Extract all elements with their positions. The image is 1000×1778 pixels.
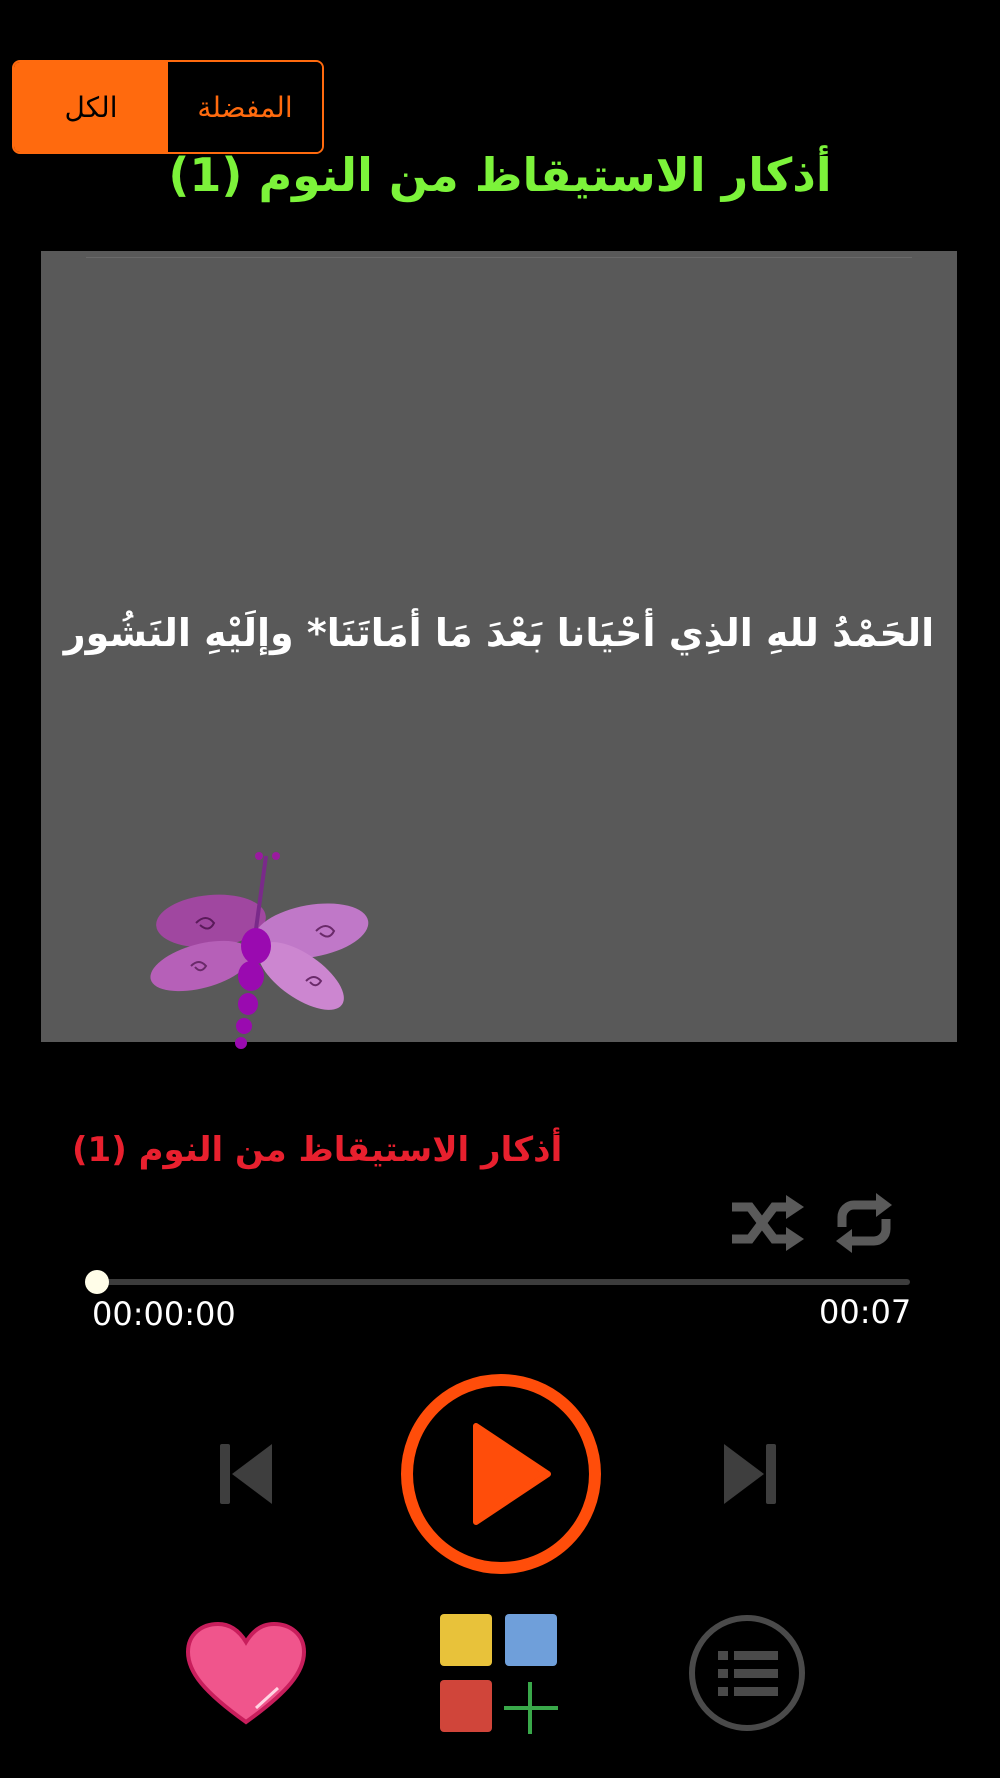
zikr-card: الحَمْدُ للهِ الذِي أحْيَانا بَعْدَ مَا … bbox=[41, 251, 957, 1049]
seek-bar[interactable] bbox=[97, 1279, 910, 1285]
add-to-playlist-icon[interactable] bbox=[438, 1612, 562, 1736]
play-button[interactable] bbox=[398, 1371, 604, 1577]
elapsed-time: 00:00:00 bbox=[92, 1295, 236, 1333]
repeat-icon[interactable] bbox=[832, 1193, 896, 1253]
track-title: أذكار الاستيقاظ من النوم (1) bbox=[72, 1130, 563, 1170]
tab-switcher: الكل المفضلة bbox=[12, 60, 324, 154]
dragonfly-illustration bbox=[150, 852, 369, 1049]
heart-icon[interactable] bbox=[184, 1620, 308, 1728]
seek-thumb[interactable] bbox=[85, 1270, 109, 1294]
list-icon[interactable] bbox=[688, 1614, 806, 1732]
page-title: أذكار الاستيقاظ من النوم (1) bbox=[168, 148, 832, 202]
tab-favorites[interactable]: المفضلة bbox=[168, 62, 322, 152]
card-divider bbox=[86, 257, 912, 258]
previous-icon[interactable] bbox=[218, 1440, 274, 1508]
zikr-text: الحَمْدُ للهِ الذِي أحْيَانا بَعْدَ مَا … bbox=[63, 611, 935, 655]
duration-time: 00:07 bbox=[819, 1293, 912, 1331]
shuffle-icon[interactable] bbox=[728, 1193, 804, 1253]
next-icon[interactable] bbox=[722, 1440, 778, 1508]
tab-all[interactable]: الكل bbox=[14, 62, 168, 152]
